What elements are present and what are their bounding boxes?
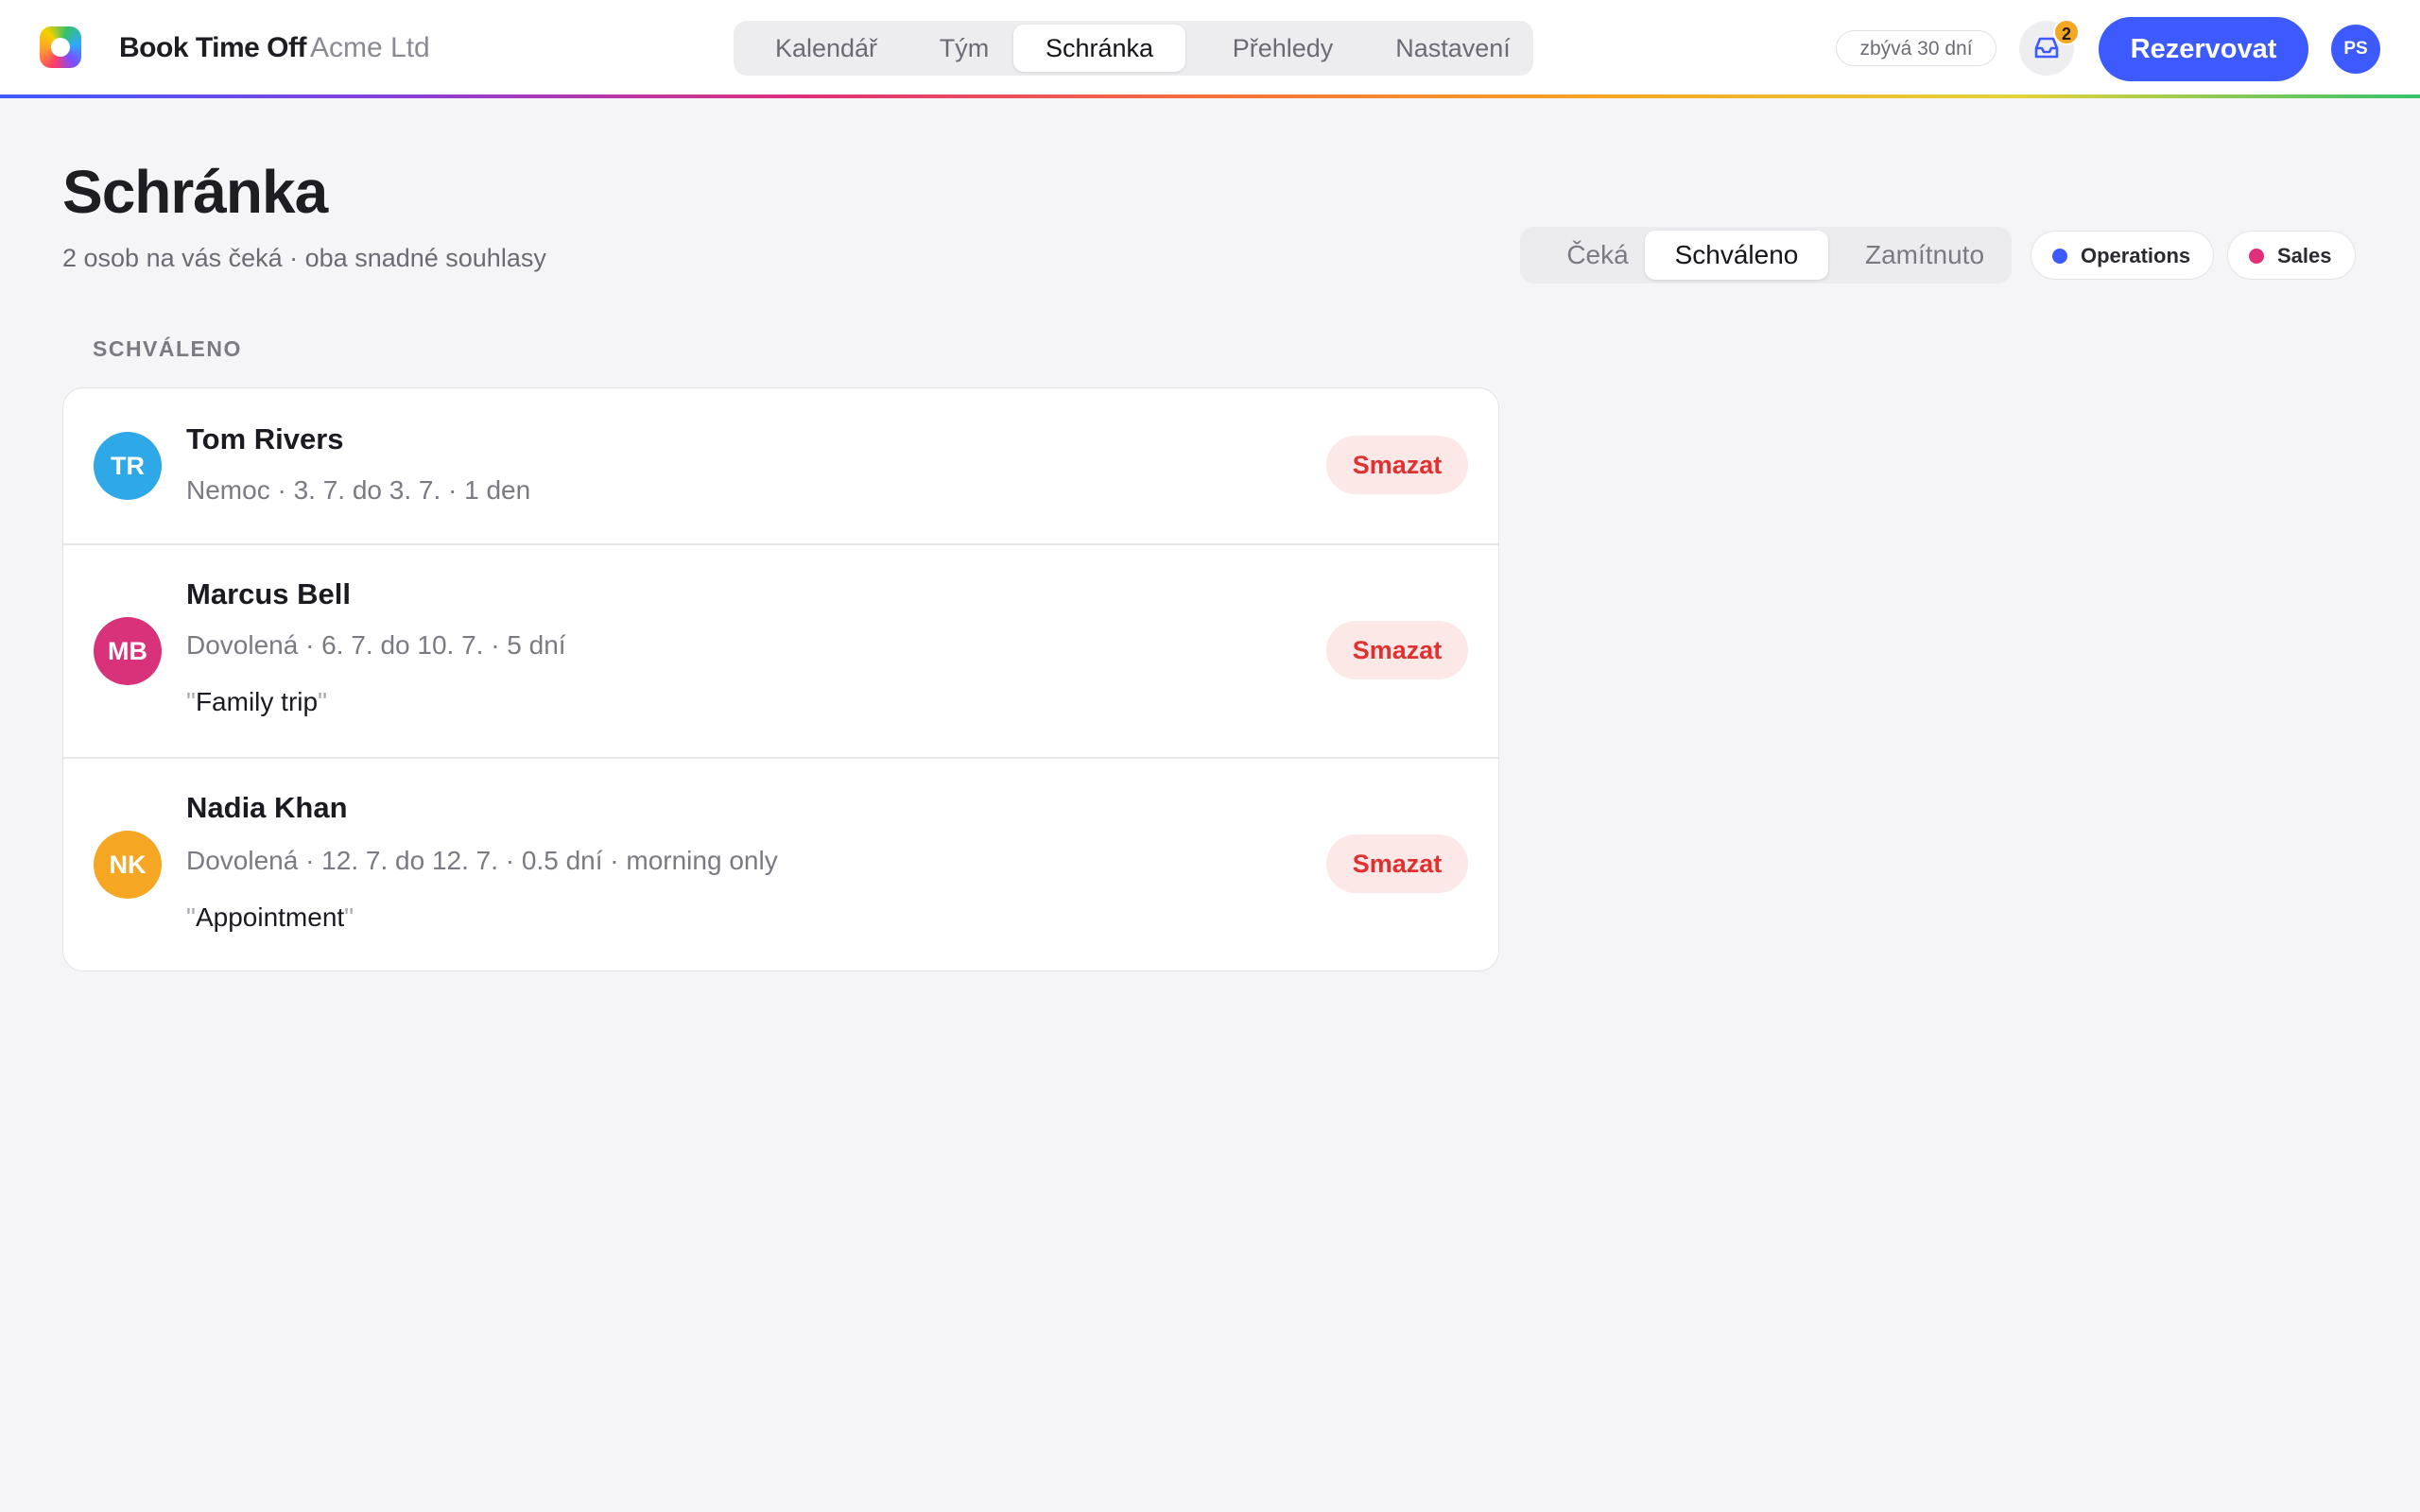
filter-rejected[interactable]: Zamítnuto [1832, 231, 2017, 280]
tab-reports[interactable]: Přehledy [1193, 25, 1373, 72]
list-item: TR Tom Rivers Nemoc · 3. 7. do 3. 7. · 1… [63, 388, 1498, 543]
tab-calendar[interactable]: Kalendář [751, 25, 902, 72]
remaining-days-badge: zbývá 30 dní [1836, 30, 1996, 66]
team-color-dot [2052, 249, 2067, 264]
request-details: Nemoc · 3. 7. do 3. 7. · 1 den [186, 475, 531, 505]
delete-button[interactable]: Smazat [1326, 436, 1468, 494]
tab-settings[interactable]: Nastavení [1373, 25, 1533, 72]
list-item: MB Marcus Bell Dovolená · 6. 7. do 10. 7… [63, 545, 1498, 757]
section-label: SCHVÁLENO [93, 336, 242, 361]
main-nav: Kalendář Tým Schránka Přehledy Nastavení [734, 21, 1533, 76]
status-filter: Čeká Schváleno Zamítnuto [1520, 227, 2012, 284]
person-name: Marcus Bell [186, 577, 352, 610]
team-label: Operations [2081, 244, 2191, 267]
team-filter-sales[interactable]: Sales [2227, 231, 2356, 280]
tab-inbox[interactable]: Schránka [1013, 25, 1185, 72]
list-item: NK Nadia Khan Dovolená · 12. 7. do 12. 7… [63, 759, 1498, 971]
avatar: TR [94, 432, 162, 500]
delete-button[interactable]: Smazat [1326, 621, 1468, 679]
app-name: Book Time Off [119, 32, 306, 63]
inbox-count-badge: 2 [2053, 19, 2080, 45]
header-rainbow-divider [0, 94, 2420, 98]
avatar: MB [94, 617, 162, 685]
filter-pending[interactable]: Čeká [1531, 231, 1664, 280]
request-note-text: Appointment [195, 902, 345, 932]
delete-button[interactable]: Smazat [1326, 834, 1468, 893]
request-note-text: Family trip [195, 687, 319, 716]
app-logo-icon[interactable] [40, 26, 81, 68]
top-bar: Book Time Off Acme Ltd Kalendář Tým Schr… [0, 0, 2420, 94]
page-title: Schránka [62, 158, 328, 226]
request-details: Dovolená · 6. 7. do 10. 7. · 5 dní [186, 630, 566, 660]
request-details: Dovolená · 12. 7. do 12. 7. · 0.5 dní · … [186, 846, 778, 875]
tab-team[interactable]: Tým [909, 25, 1019, 72]
person-name: Tom Rivers [186, 422, 344, 455]
avatar: NK [94, 831, 162, 899]
page-subtitle: 2 osob na vás čeká · oba snadné souhlasy [62, 244, 546, 272]
team-filter-operations[interactable]: Operations [2031, 231, 2214, 280]
book-button[interactable]: Rezervovat [2099, 17, 2308, 81]
request-note: "Appointment" [186, 902, 354, 932]
company-name: Acme Ltd [310, 32, 430, 63]
user-avatar[interactable]: PS [2331, 25, 2380, 74]
filter-approved[interactable]: Schváleno [1645, 231, 1828, 280]
approved-requests-list: TR Tom Rivers Nemoc · 3. 7. do 3. 7. · 1… [62, 387, 1499, 971]
person-name: Nadia Khan [186, 791, 348, 824]
request-note: "Family trip" [186, 687, 328, 716]
team-color-dot [2249, 249, 2264, 264]
team-label: Sales [2277, 244, 2332, 267]
